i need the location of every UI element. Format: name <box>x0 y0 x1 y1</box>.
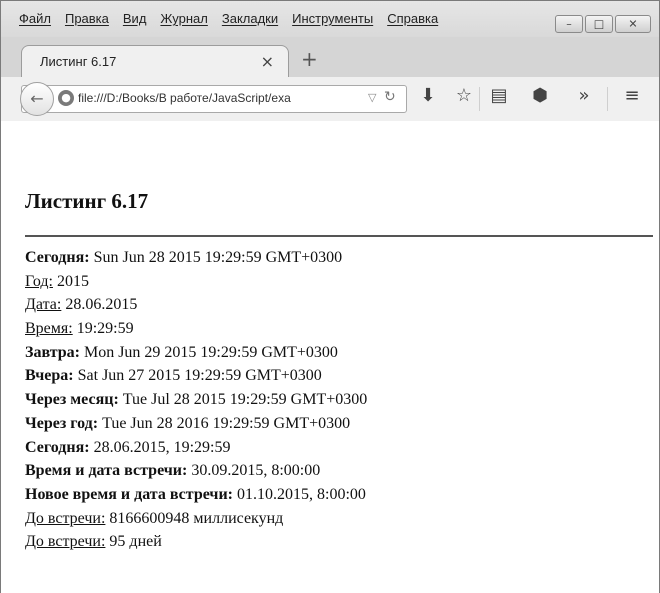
output-label: Год: <box>25 272 53 290</box>
output-label: До встречи: <box>25 533 106 551</box>
new-tab-button[interactable]: + <box>301 47 318 71</box>
output-line: Вчера: Sat Jun 27 2015 19:29:59 GMT+0300 <box>25 364 367 388</box>
output-value: 28.06.2015, 19:29:59 <box>89 438 231 456</box>
horizontal-rule <box>25 235 653 237</box>
output-value: 8166600948 миллисекунд <box>105 509 284 527</box>
back-arrow-icon[interactable]: ← <box>20 82 54 116</box>
navigation-bar: ← ● file:///D:/Books/В работе/JavaScript… <box>1 77 659 122</box>
output-label: Новое время и дата встречи: <box>25 485 233 503</box>
menu-edit[interactable]: Правка <box>65 11 109 26</box>
tab-close-icon[interactable]: × <box>261 52 274 71</box>
menu-history[interactable]: Журнал <box>160 11 207 26</box>
output-lines: Сегодня: Sun Jun 28 2015 19:29:59 GMT+03… <box>25 246 367 554</box>
menu-file[interactable]: Файл <box>19 11 51 26</box>
output-line: Время: 19:29:59 <box>25 317 367 341</box>
output-value: Sat Jun 27 2015 19:29:59 GMT+0300 <box>73 367 322 385</box>
menu-tools[interactable]: Инструменты <box>292 11 373 26</box>
output-label: Вчера: <box>25 367 74 385</box>
url-text[interactable]: file:///D:/Books/В работе/JavaScript/exa <box>78 91 291 105</box>
title-bar: Файл Правка Вид Журнал Закладки Инструме… <box>1 1 659 37</box>
page-content: Листинг 6.17 Сегодня: Sun Jun 28 2015 19… <box>1 121 659 593</box>
output-line: Сегодня: Sun Jun 28 2015 19:29:59 GMT+03… <box>25 246 367 270</box>
menu-help[interactable]: Справка <box>387 11 438 26</box>
output-label: Через месяц: <box>25 391 119 409</box>
menu-bar: Файл Правка Вид Журнал Закладки Инструме… <box>19 11 438 26</box>
output-line: Через год: Tue Jun 28 2016 19:29:59 GMT+… <box>25 412 367 436</box>
pocket-icon[interactable]: ⬢ <box>529 85 551 106</box>
output-value: 01.10.2015, 8:00:00 <box>233 485 366 503</box>
output-line: Год: 2015 <box>25 270 367 294</box>
menu-view[interactable]: Вид <box>123 11 147 26</box>
tab-title: Листинг 6.17 <box>40 54 117 69</box>
hamburger-menu-icon[interactable]: ≡ <box>621 85 643 106</box>
minimize-icon: – <box>566 17 572 31</box>
output-value: Mon Jun 29 2015 19:29:59 GMT+0300 <box>79 343 338 361</box>
output-label: Сегодня: <box>25 249 90 266</box>
toolbar-divider <box>479 87 480 111</box>
browser-window: Файл Правка Вид Журнал Закладки Инструме… <box>0 0 660 593</box>
output-value: Sun Jun 28 2015 19:29:59 GMT+0300 <box>89 249 343 266</box>
chevron-double-right-icon[interactable]: » <box>573 85 595 106</box>
reading-list-icon[interactable]: ▤ <box>488 85 510 106</box>
output-label: Через год: <box>25 414 99 432</box>
maximize-button[interactable]: □ <box>585 15 613 33</box>
output-line: Дата: 28.06.2015 <box>25 293 367 317</box>
output-value: 2015 <box>52 272 89 290</box>
output-value: 95 дней <box>105 533 162 551</box>
triangle-down-icon[interactable]: ▽ <box>368 91 376 104</box>
minimize-button[interactable]: – <box>555 15 583 33</box>
output-label: Время: <box>25 320 73 338</box>
output-value: 30.09.2015, 8:00:00 <box>187 462 321 480</box>
output-line: Завтра: Mon Jun 29 2015 19:29:59 GMT+030… <box>25 341 367 365</box>
maximize-icon: □ <box>593 17 605 31</box>
toolbar-divider <box>607 87 608 111</box>
tab-strip: Листинг 6.17 × + <box>1 37 659 77</box>
reload-icon[interactable]: ↻ <box>384 89 396 105</box>
output-label: До встречи: <box>25 509 106 527</box>
download-arrow-icon[interactable]: ⬇ <box>417 85 439 106</box>
star-icon[interactable]: ☆ <box>453 85 475 106</box>
output-value: Tue Jun 28 2016 19:29:59 GMT+0300 <box>98 414 351 432</box>
output-line: До встречи: 95 дней <box>25 530 367 554</box>
output-label: Сегодня: <box>25 438 90 456</box>
page-title: Листинг 6.17 <box>25 189 149 213</box>
output-line: Время и дата встречи: 30.09.2015, 8:00:0… <box>25 459 367 483</box>
close-window-button[interactable]: ✕ <box>615 15 651 33</box>
output-line: Сегодня: 28.06.2015, 19:29:59 <box>25 436 367 460</box>
output-value: 28.06.2015 <box>61 296 138 314</box>
output-line: До встречи: 8166600948 миллисекунд <box>25 507 367 531</box>
output-label: Дата: <box>25 296 62 314</box>
output-line: Через месяц: Tue Jul 28 2015 19:29:59 GM… <box>25 388 367 412</box>
menu-bookmarks[interactable]: Закладки <box>222 11 278 26</box>
output-value: Tue Jul 28 2015 19:29:59 GMT+0300 <box>118 391 368 409</box>
globe-icon[interactable]: ● <box>58 90 74 106</box>
output-value: 19:29:59 <box>72 320 134 338</box>
output-line: Новое время и дата встречи: 01.10.2015, … <box>25 483 367 507</box>
output-label: Завтра: <box>25 343 80 361</box>
output-label: Время и дата встречи: <box>25 462 188 480</box>
tab-active[interactable]: Листинг 6.17 × <box>21 45 289 77</box>
close-icon: ✕ <box>628 17 638 31</box>
window-controls: – □ ✕ <box>555 15 651 33</box>
url-bar[interactable]: ← ● file:///D:/Books/В работе/JavaScript… <box>20 82 407 116</box>
